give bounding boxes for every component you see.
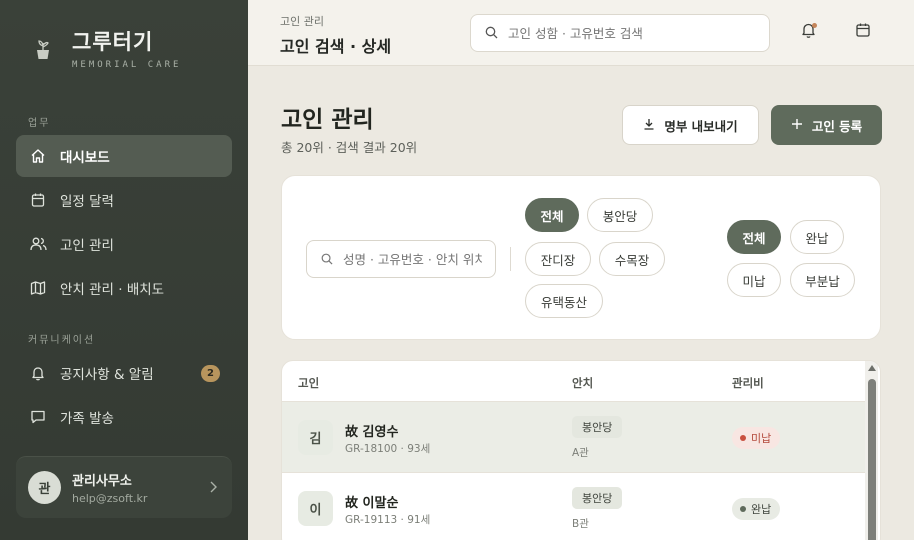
section-label-work: 업무 [28,118,51,129]
status-badge: 완납 [732,498,781,520]
location-chip-tree[interactable]: 수목장 [599,242,665,276]
status-label: 미납 [751,432,772,445]
location-badge: 봉안당 [572,416,623,438]
chevron-right-icon [208,479,218,498]
message-icon [29,408,47,426]
result-count: 총 20위 · 검색 결과 20위 [281,140,418,155]
filter-search[interactable] [306,240,496,278]
global-search-input[interactable] [508,25,748,41]
user-email: help@zsoft.kr [72,492,148,505]
status-badge: 미납 [732,427,781,449]
calendar-button[interactable] [851,20,875,44]
calendar-icon [855,22,871,42]
avatar: 관 [28,471,61,504]
users-icon [29,235,47,253]
row-avatar: 이 [298,491,333,526]
sidebar-item-label: 고인 관리 [60,238,114,254]
brand-name: 그루터기 [72,30,154,54]
download-icon [643,118,664,133]
deceased-table: 고인 안치 관리비 김 故 김영수 GR-18100 · 93세 봉안당 A관 … [281,360,881,540]
notifications-button[interactable] [796,20,820,44]
filter-panel: 전체 봉안당 잔디장 수목장 유택동산 전체 완납 미납 부분납 [281,175,881,340]
brand-subtitle: MEMORIAL CARE [72,60,182,70]
sidebar-item-label: 일정 달력 [60,194,114,210]
notification-badge: 2 [201,365,220,382]
status-dot [740,506,746,512]
filter-search-input[interactable] [343,251,483,267]
breadcrumb[interactable]: 고인 관리 [280,13,324,29]
map-icon [29,279,47,297]
unread-dot [812,23,817,28]
payment-chip-unpaid[interactable]: 미납 [727,263,781,297]
sidebar: 그루터기 MEMORIAL CARE 업무 대시보드 일정 달력 고인 관리 안… [0,0,248,540]
scroll-up-arrow-icon[interactable] [868,365,876,371]
column-header-location[interactable]: 안치 [572,375,593,391]
row-name: 故 김영수 [345,425,399,440]
row-meta: GR-19113 · 91세 [345,514,431,526]
location-badge: 봉안당 [572,487,623,509]
page-header-title: 고인 검색 · 상세 [280,37,392,56]
payment-chip-partial[interactable]: 부분납 [790,263,855,297]
user-name: 관리사무소 [72,474,132,489]
section-label-communication: 커뮤니케이션 [28,335,96,346]
home-icon [29,147,47,165]
top-header: 고인 관리 고인 검색 · 상세 [248,0,914,66]
location-chip-columbarium[interactable]: 봉안당 [587,198,653,232]
add-label: 고인 등록 [811,118,863,134]
column-header-fee[interactable]: 관리비 [732,375,764,391]
status-label: 완납 [751,503,772,516]
sidebar-item-deceased[interactable]: 고인 관리 [16,223,232,265]
calendar-icon [29,191,47,209]
payment-chip-all[interactable]: 전체 [727,220,781,254]
sidebar-item-family-send[interactable]: 가족 발송 [16,396,232,438]
sidebar-item-label: 대시보드 [60,150,110,166]
sidebar-item-label: 공지사항 & 알림 [60,367,154,383]
payment-chip-paid[interactable]: 완납 [790,220,844,254]
page-title: 고인 관리 [281,107,374,133]
plant-pot-icon [30,37,56,63]
location-sub: B관 [572,518,589,530]
user-card[interactable]: 관 관리사무소 help@zsoft.kr [16,456,232,518]
row-meta: GR-18100 · 93세 [345,443,431,455]
row-avatar: 김 [298,420,333,455]
location-chip-lawn[interactable]: 잔디장 [525,242,591,276]
sidebar-item-placement[interactable]: 안치 관리 · 배치도 [16,267,232,309]
export-roster-button[interactable]: 명부 내보내기 [622,105,759,145]
table-row[interactable]: 김 故 김영수 GR-18100 · 93세 봉안당 A관 미납 [282,402,867,472]
row-name: 故 이말순 [345,496,399,511]
add-deceased-button[interactable]: 고인 등록 [771,105,882,145]
bell-icon [29,364,47,382]
column-header-deceased[interactable]: 고인 [298,375,319,391]
sidebar-item-label: 안치 관리 · 배치도 [60,282,165,298]
location-chip-scatter[interactable]: 유택동산 [525,284,603,318]
status-dot [740,435,746,441]
divider [510,247,511,271]
sidebar-item-calendar[interactable]: 일정 달력 [16,179,232,221]
search-icon [321,250,333,269]
table-scrollbar[interactable] [865,361,878,540]
global-search[interactable] [470,14,770,52]
location-sub: A관 [572,447,589,459]
export-label: 명부 내보내기 [664,118,738,134]
table-row[interactable]: 이 故 이말순 GR-19113 · 91세 봉안당 B관 완납 [282,473,867,540]
plus-icon [791,118,812,133]
search-icon [485,24,498,43]
sidebar-item-dashboard[interactable]: 대시보드 [16,135,232,177]
scrollbar-thumb[interactable] [868,379,876,540]
sidebar-item-notices[interactable]: 공지사항 & 알림 2 [16,352,232,394]
brand[interactable]: 그루터기 MEMORIAL CARE [30,30,181,70]
location-chip-all[interactable]: 전체 [525,198,579,232]
sidebar-item-label: 가족 발송 [60,411,114,427]
